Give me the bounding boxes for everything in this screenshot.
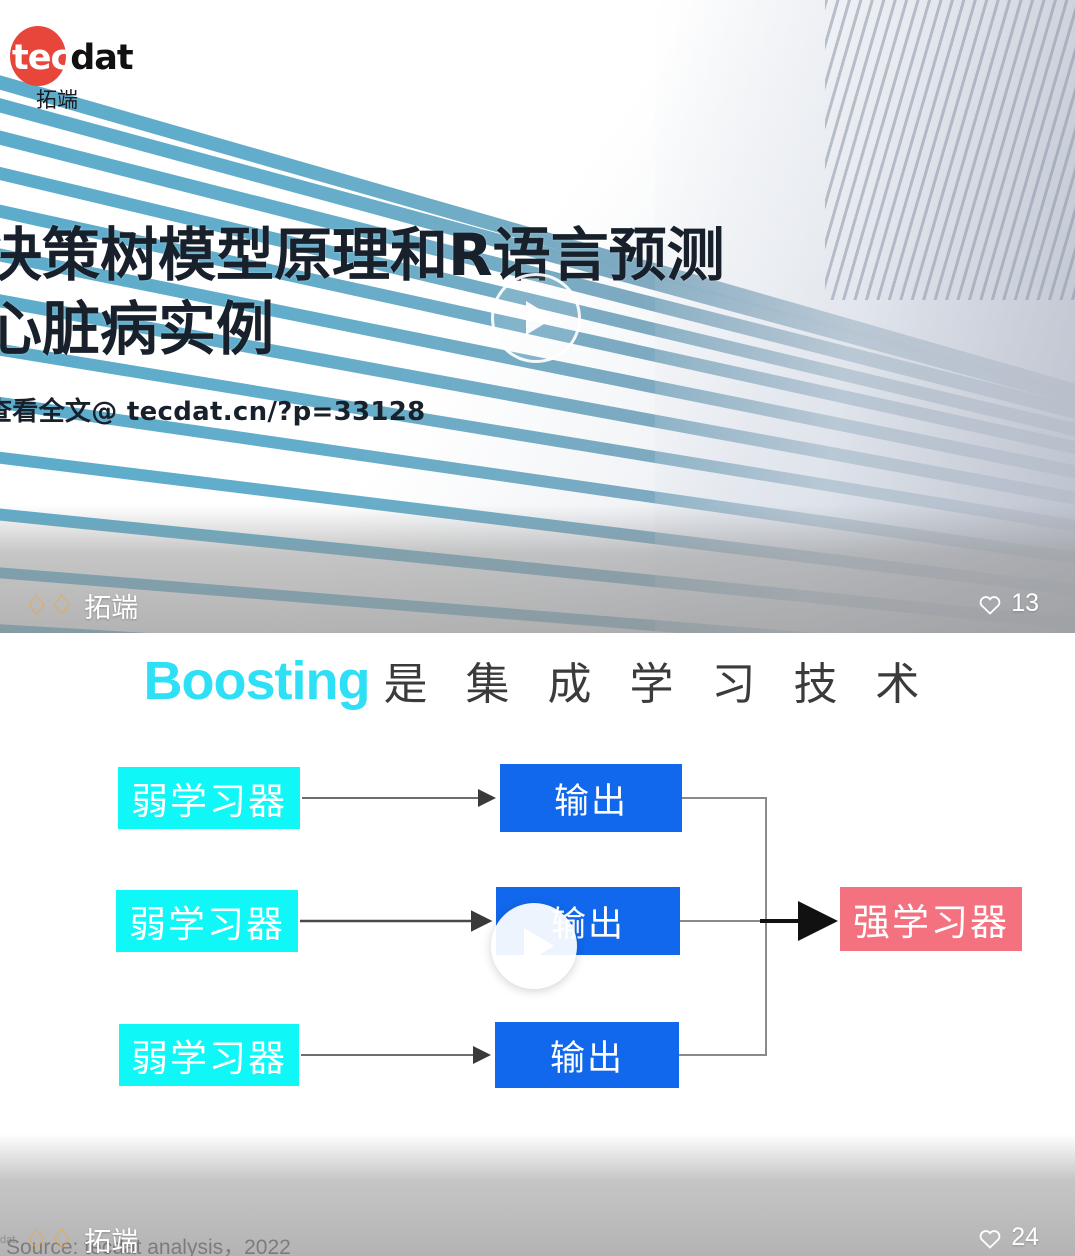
video-title-line-2: 心脏病实例	[0, 295, 275, 363]
output-box-1: 输出	[500, 764, 682, 832]
slide-title: Boosting 是 集 成 学 习 技 术	[0, 648, 1075, 712]
watermark: ♢♢ 拓端	[24, 586, 138, 625]
logo-wordmark: tecdat	[12, 38, 162, 78]
watermark-butterfly-icon: ♢♢	[24, 1222, 75, 1256]
play-icon[interactable]	[491, 273, 581, 363]
watermark: ♢♢ 拓端	[24, 1220, 138, 1256]
like-counter[interactable]: 24	[978, 1223, 1039, 1252]
video-card-boosting[interactable]: Boosting 是 集 成 学 习 技 术 弱学习器 弱学习器 弱学习器 输出…	[0, 634, 1075, 1256]
watermark-label: 拓端	[84, 1227, 139, 1256]
play-triangle-icon	[523, 928, 554, 964]
watermark-label: 拓端	[84, 593, 139, 624]
logo-chinese-name: 拓端	[36, 88, 78, 112]
play-triangle-icon	[526, 301, 554, 335]
weak-learner-box-1: 弱学习器	[118, 767, 300, 829]
tecdat-logo: tecdat 拓端	[6, 26, 156, 112]
slide-title-en: Boosting	[143, 651, 371, 711]
logo-wordmark-dark: dat	[70, 38, 133, 78]
strong-learner-box: 强学习器	[840, 887, 1022, 951]
video-subtitle-url: 查看全文@ tecdat.cn/?p=33128	[0, 397, 426, 427]
watermark-butterfly-icon: ♢♢	[24, 588, 75, 622]
video-title-line-1: 决策树模型原理和R语言预测	[0, 221, 725, 289]
video-card-decision-tree[interactable]: tecdat 拓端 决策树模型原理和R语言预测 心脏病实例 查看全文@ tecd…	[0, 0, 1075, 633]
output-box-3: 输出	[495, 1022, 679, 1088]
logo-wordmark-light: tec	[12, 38, 71, 78]
connector-bracket-top	[682, 797, 767, 921]
connector-bracket-bottom	[679, 921, 767, 1056]
video-title: 决策树模型原理和R语言预测 心脏病实例	[0, 218, 884, 366]
slide-title-cn: 是 集 成 学 习 技 术	[383, 659, 932, 710]
heart-icon	[979, 595, 1001, 615]
like-count: 13	[1011, 589, 1039, 617]
play-icon[interactable]	[491, 903, 577, 989]
like-count: 24	[1011, 1223, 1039, 1251]
weak-learner-box-3: 弱学习器	[119, 1024, 299, 1086]
heart-icon	[979, 1229, 1001, 1249]
decorative-stripe	[0, 540, 1075, 633]
weak-learner-box-2: 弱学习器	[116, 890, 298, 952]
like-counter[interactable]: 13	[978, 589, 1039, 618]
